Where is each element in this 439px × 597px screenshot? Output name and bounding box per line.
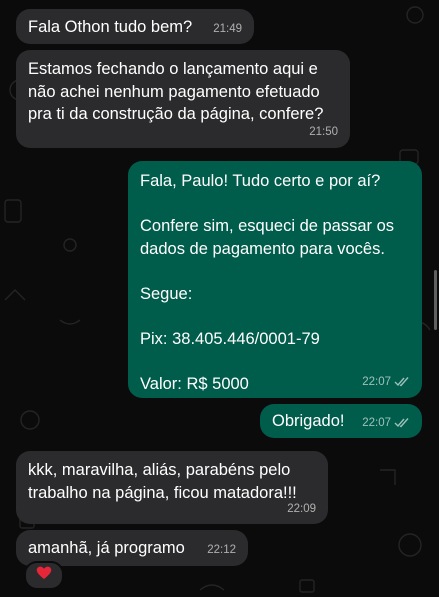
timestamp: 22:09 [287,502,316,515]
message-bubble-incoming[interactable]: Fala Othon tudo bem? 21:49 [16,9,254,44]
message-time: 22:07 [362,412,410,435]
message-bubble-incoming[interactable]: kkk, maravilha, aliás, parabéns pelo tra… [16,451,328,524]
message-text: Fala Othon tudo bem? [28,18,193,36]
scrollbar[interactable] [434,270,437,330]
message-time: 21:50 [309,121,338,144]
timestamp: 22:07 [362,416,391,429]
message-text: Obrigado! [272,412,345,430]
double-check-icon [394,376,410,387]
message-text: amanhã, já programo [28,539,185,557]
timestamp: 22:12 [207,543,236,556]
reaction-badge[interactable] [24,561,64,590]
message-time: 21:49 [213,18,242,41]
message-text: Fala, Paulo! Tudo certo e por aí? Confer… [140,172,395,393]
message-time: 22:07 [362,371,410,394]
message-bubble-outgoing[interactable]: Obrigado! 22:07 [260,404,422,438]
message-time: 22:09 [287,498,316,521]
message-bubble-incoming[interactable]: Estamos fechando o lançamento aqui e não… [16,50,350,148]
timestamp: 22:07 [362,375,391,388]
timestamp: 21:50 [309,125,338,138]
message-time: 22:12 [207,539,236,562]
double-check-icon [394,417,410,428]
message-bubble-outgoing[interactable]: Fala, Paulo! Tudo certo e por aí? Confer… [128,161,422,398]
message-text: kkk, maravilha, aliás, parabéns pelo tra… [28,461,297,502]
message-text: Estamos fechando o lançamento aqui e não… [28,60,325,123]
red-heart-icon [36,566,52,585]
timestamp: 21:49 [213,22,242,35]
